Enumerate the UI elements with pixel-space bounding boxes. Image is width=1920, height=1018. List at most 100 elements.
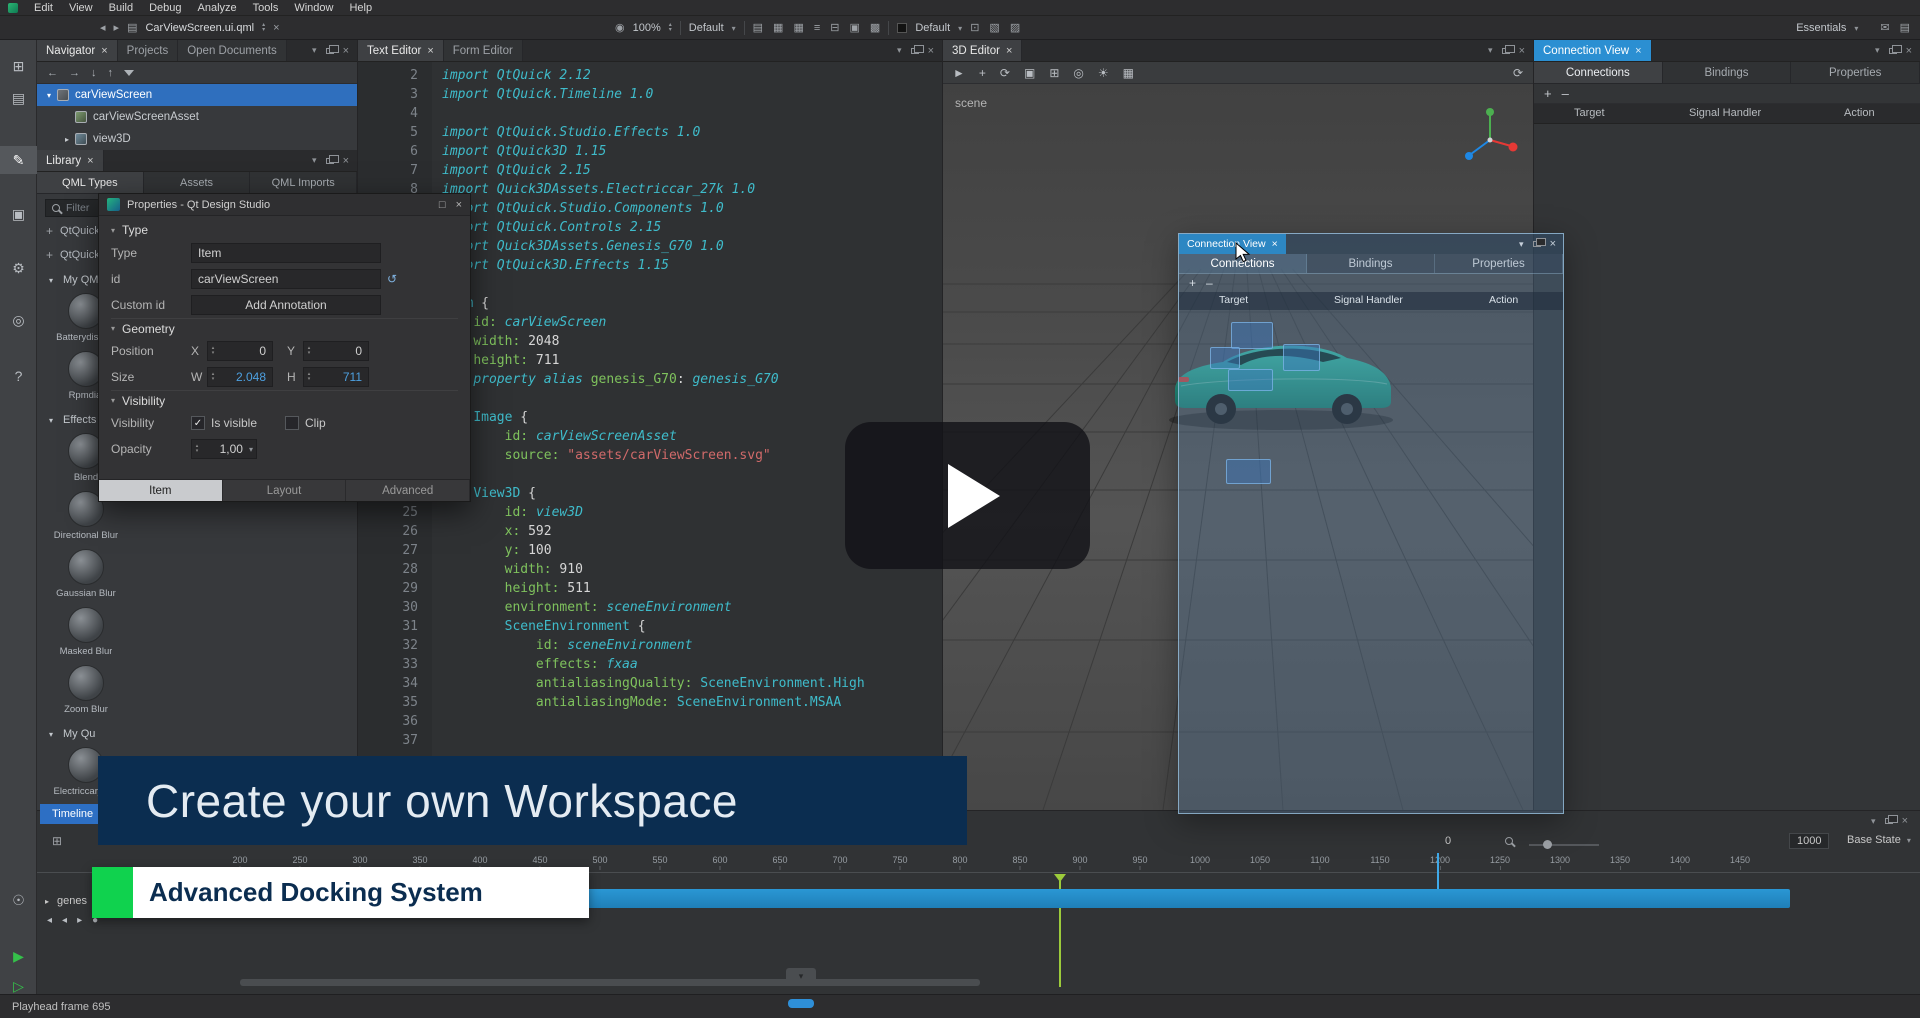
file-switcher-arrows[interactable]: ▴▾: [262, 23, 265, 33]
dock-indicator[interactable]: [1228, 369, 1273, 391]
keyframe-grid-icon[interactable]: ⊞: [52, 834, 62, 848]
close-icon[interactable]: ×: [1272, 238, 1278, 250]
close-icon[interactable]: ×: [1519, 45, 1525, 57]
help-icon[interactable]: ?: [0, 362, 37, 390]
y-spinner[interactable]: ▴▾0: [303, 341, 369, 361]
video-play-button[interactable]: [845, 422, 1090, 569]
remove-connection-button[interactable]: –: [1562, 86, 1569, 101]
tab-connection-view[interactable]: Connection View ×: [1534, 40, 1652, 61]
select-icon[interactable]: ►: [953, 66, 965, 80]
chevron-down-icon[interactable]: ▾: [312, 45, 317, 56]
tab-3d-editor[interactable]: 3D Editor ×: [943, 40, 1022, 61]
filter-icon[interactable]: [124, 70, 134, 76]
tab-library[interactable]: Library ×: [37, 150, 104, 171]
style-selector[interactable]: Default: [689, 22, 724, 34]
arrow-up-icon[interactable]: ↑: [108, 67, 114, 79]
menu-tools[interactable]: Tools: [253, 2, 279, 14]
tree-item-view3d[interactable]: ▸view3D: [37, 128, 357, 150]
extensions-icon[interactable]: ◎: [0, 306, 37, 334]
dragged-connection-view-panel[interactable]: Connection View × ▾ × ConnectionsBinding…: [1178, 233, 1564, 814]
is-visible-checkbox[interactable]: ✓: [191, 416, 205, 430]
maximize-icon[interactable]: □: [439, 199, 446, 211]
chevron-down-icon[interactable]: ▾: [1875, 45, 1880, 56]
back-icon[interactable]: ◂: [100, 23, 106, 34]
tab-properties[interactable]: Properties: [1791, 62, 1920, 83]
rotate-icon[interactable]: ⟳: [1000, 66, 1010, 80]
group-icon[interactable]: ▣: [1024, 66, 1035, 80]
reset-view-icon[interactable]: ⟳: [1513, 66, 1523, 80]
x-spinner[interactable]: ▴▾0: [207, 341, 273, 361]
close-icon[interactable]: ×: [928, 45, 934, 57]
dock-indicator[interactable]: [1210, 347, 1240, 369]
tab-qml-types[interactable]: QML Types: [37, 172, 144, 193]
pattern-icon[interactable]: ▩: [870, 23, 880, 34]
mail-icon[interactable]: ✉: [1880, 23, 1889, 34]
type-field[interactable]: Item: [191, 243, 381, 263]
open-file-name[interactable]: CarViewScreen.ui.qml: [145, 22, 254, 34]
origin-icon[interactable]: ◎: [1073, 66, 1083, 80]
undock-icon[interactable]: [911, 48, 919, 54]
tab-projects[interactable]: Projects: [118, 40, 179, 61]
close-icon[interactable]: ×: [1550, 238, 1556, 250]
tab-advanced[interactable]: Advanced: [346, 480, 470, 501]
tab-timeline[interactable]: Timeline: [40, 804, 105, 824]
horizontal-scroll-thumb[interactable]: [788, 999, 814, 1008]
theme-selector[interactable]: Default: [915, 22, 950, 34]
tab-qml-imports[interactable]: QML Imports: [250, 172, 357, 193]
close-icon[interactable]: ×: [1635, 45, 1641, 57]
close-icon[interactable]: ×: [1902, 815, 1908, 827]
opacity-spinner[interactable]: ▴▾1,00▾: [191, 439, 257, 459]
dialog-titlebar[interactable]: Properties - Qt Design Studio □ ×: [99, 194, 470, 216]
tab-properties[interactable]: Properties: [1435, 254, 1563, 273]
tab-bindings[interactable]: Bindings: [1663, 62, 1792, 83]
timeline-zoom-slider[interactable]: [1529, 844, 1599, 846]
workspace-selector[interactable]: Essentials: [1796, 22, 1846, 34]
chevron-down-icon[interactable]: ▾: [312, 155, 317, 166]
close-icon[interactable]: ×: [427, 45, 433, 57]
dock-indicator[interactable]: [1231, 322, 1273, 349]
rect-icon[interactable]: ▤: [753, 23, 763, 34]
timeline-scrollbar[interactable]: [240, 979, 980, 986]
screenshot-icon[interactable]: ☉: [0, 886, 37, 914]
dock-indicator[interactable]: [1283, 344, 1320, 371]
chevron-down-icon[interactable]: ▾: [1488, 45, 1493, 56]
library-item-zoom-blur[interactable]: Zoom Blur: [43, 665, 129, 715]
run-icon[interactable]: ▶: [0, 942, 37, 970]
tab-open-documents[interactable]: Open Documents: [178, 40, 287, 61]
hatch-icon[interactable]: ▧: [989, 23, 999, 34]
menu-build[interactable]: Build: [109, 2, 133, 14]
frame-icon[interactable]: ⊡: [970, 23, 979, 34]
tab-text-editor[interactable]: Text Editor×: [358, 40, 444, 61]
end-frame-field[interactable]: 1000: [1789, 833, 1829, 849]
tab-navigator[interactable]: Navigator×: [37, 40, 118, 61]
menu-help[interactable]: Help: [349, 2, 372, 14]
close-icon[interactable]: ×: [101, 45, 107, 57]
close-icon[interactable]: ×: [87, 155, 93, 167]
close-file-icon[interactable]: ×: [273, 23, 279, 34]
chevron-down-icon[interactable]: ▾: [1871, 816, 1876, 827]
menu-debug[interactable]: Debug: [149, 2, 181, 14]
close-icon[interactable]: ×: [343, 45, 349, 57]
add-connection-button[interactable]: +: [1544, 86, 1552, 101]
add-annotation-button[interactable]: Add Annotation: [191, 295, 381, 315]
expand-handle[interactable]: ▾: [786, 968, 816, 984]
chevron-down-icon[interactable]: ▾: [1519, 239, 1524, 250]
reset-icon[interactable]: ↺: [387, 272, 397, 286]
undock-icon[interactable]: [1885, 818, 1893, 824]
arrow-down-icon[interactable]: ↓: [91, 67, 97, 79]
zoom-icon[interactable]: [1505, 837, 1513, 845]
menu-window[interactable]: Window: [294, 2, 333, 14]
undock-icon[interactable]: [1533, 241, 1541, 247]
previous-frame-icon[interactable]: ◂: [62, 915, 67, 926]
components-icon[interactable]: ▣: [0, 200, 37, 228]
tab-assets[interactable]: Assets: [144, 172, 251, 193]
forward-icon[interactable]: ▸: [114, 23, 120, 34]
menu-view[interactable]: View: [69, 2, 93, 14]
zoom-level[interactable]: 100%: [633, 22, 661, 34]
library-section-my-qu[interactable]: ▾My Qu: [37, 723, 357, 745]
zoom-fit-icon[interactable]: ◉: [615, 23, 625, 34]
tab-layout[interactable]: Layout: [223, 480, 347, 501]
tab-connection-view[interactable]: Connection View ×: [1179, 234, 1286, 254]
layout-icon[interactable]: ▤: [1900, 23, 1910, 34]
grid-icon[interactable]: ▦: [773, 23, 783, 34]
